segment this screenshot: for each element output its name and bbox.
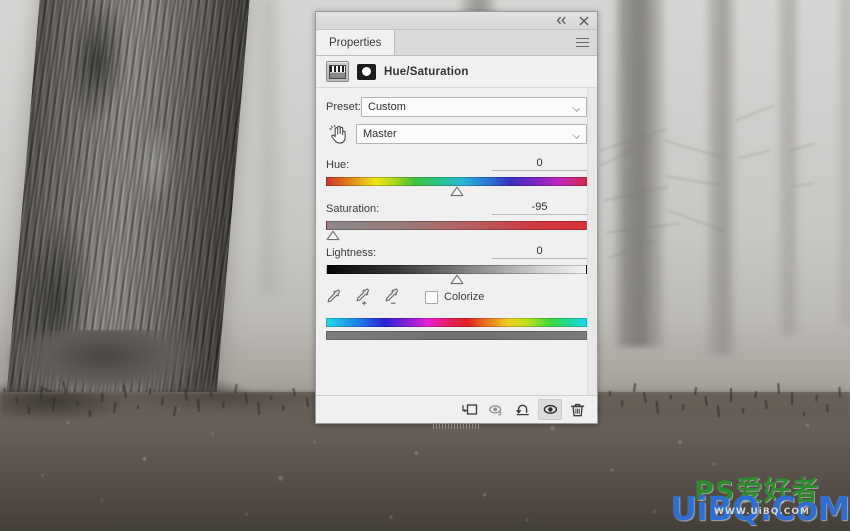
toggle-layer-visibility-button[interactable]	[538, 399, 562, 420]
saturation-label: Saturation:	[326, 203, 380, 215]
saturation-slider-header: Saturation: -95	[326, 199, 587, 215]
hue-label: Hue:	[326, 159, 350, 171]
layer-mask-icon[interactable]	[357, 63, 376, 80]
hue-value-input[interactable]: 0	[492, 157, 587, 171]
properties-panel[interactable]: Properties Hue/Saturation Preset: Custom	[315, 11, 598, 429]
preset-value: Custom	[368, 101, 406, 113]
adjustment-glyph	[329, 64, 346, 79]
chevron-down-icon	[572, 131, 580, 136]
delete-layer-button[interactable]	[565, 399, 589, 420]
distant-tree-trunk	[836, 0, 850, 325]
tab-properties[interactable]: Properties	[316, 30, 396, 55]
adjustment-title: Hue/Saturation	[384, 65, 469, 78]
lightness-slider-thumb[interactable]	[449, 274, 464, 285]
preset-row: Preset: Custom	[326, 97, 587, 117]
distant-tree-trunk	[255, 0, 285, 295]
hue-slider-header: Hue: 0	[326, 155, 587, 171]
hand-cursor-icon	[326, 124, 350, 144]
lightness-value-input[interactable]: 0	[492, 245, 587, 259]
panel-menu-button[interactable]	[568, 30, 597, 55]
close-button[interactable]	[577, 15, 590, 27]
collapse-to-icons-button[interactable]	[555, 15, 568, 27]
tab-properties-label: Properties	[329, 36, 382, 49]
sample-tools-row: Colorize	[326, 288, 587, 306]
clip-to-layer-button[interactable]	[457, 399, 481, 420]
eyedropper-sample-icon[interactable]	[326, 288, 343, 306]
colorize-label: Colorize	[444, 291, 485, 303]
panel-footer	[316, 395, 597, 423]
chevron-down-icon	[572, 104, 580, 109]
preset-label: Preset:	[326, 101, 361, 113]
color-spectrum-bars	[326, 318, 587, 340]
adjustment-header: Hue/Saturation	[316, 56, 597, 88]
channel-value: Master	[363, 128, 397, 140]
preset-select[interactable]: Custom	[361, 97, 587, 117]
lightness-label: Lightness:	[326, 247, 377, 259]
lightness-slider-header: Lightness: 0	[326, 243, 587, 259]
panel-resize-grip[interactable]	[432, 423, 481, 429]
distant-tree-trunk	[704, 0, 738, 355]
eyedropper-add-icon[interactable]	[355, 288, 372, 306]
distant-tree-trunk	[612, 0, 667, 347]
reset-button[interactable]	[511, 399, 535, 420]
result-hue-spectrum-bar[interactable]	[326, 331, 587, 340]
channel-row: Master	[326, 124, 587, 144]
source-hue-spectrum-bar[interactable]	[326, 318, 587, 327]
panel-tab-strip[interactable]: Properties	[316, 30, 597, 56]
hue-slider-group: Hue: 0	[326, 155, 587, 197]
saturation-slider-group: Saturation: -95	[326, 199, 587, 241]
lightness-slider-group: Lightness: 0	[326, 243, 587, 285]
distant-tree-trunk	[775, 0, 801, 335]
colorize-checkbox[interactable]: Colorize	[425, 290, 485, 304]
saturation-value-input[interactable]: -95	[492, 201, 587, 215]
eyedropper-subtract-icon[interactable]	[384, 288, 401, 306]
panel-body: Preset: Custom Master Hue: 0 Saturation:…	[316, 88, 597, 395]
mask-dot	[362, 67, 371, 76]
colorize-checkbox-box[interactable]	[425, 290, 438, 304]
view-previous-state-button[interactable]	[484, 399, 508, 420]
channel-select[interactable]: Master	[356, 124, 587, 144]
hue-saturation-adjustment-icon[interactable]	[326, 61, 349, 82]
hue-slider-thumb[interactable]	[449, 186, 464, 197]
hamburger-menu-icon	[576, 37, 589, 40]
saturation-slider-thumb[interactable]	[326, 230, 341, 241]
panel-vertical-scrollbar[interactable]	[587, 88, 597, 395]
saturation-slider-track[interactable]	[326, 221, 587, 241]
hue-slider-track[interactable]	[326, 177, 587, 197]
lightness-slider-track[interactable]	[326, 265, 587, 285]
panel-titlebar[interactable]	[316, 12, 597, 30]
